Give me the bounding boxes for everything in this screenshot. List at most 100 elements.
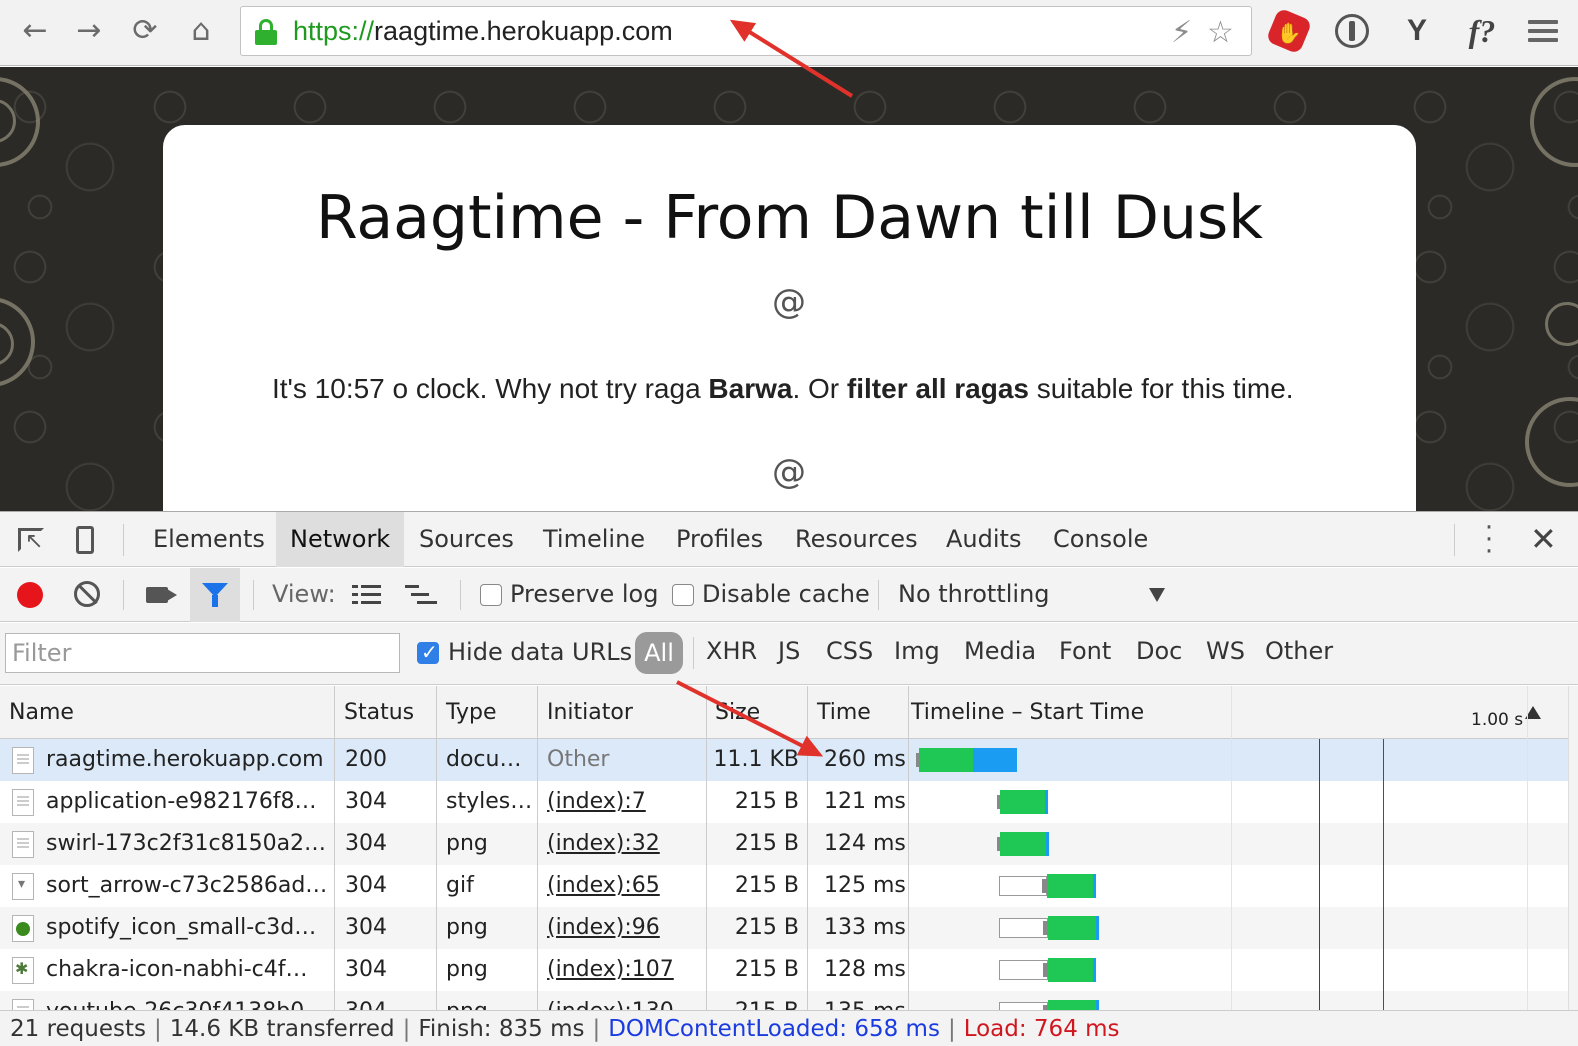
table-row[interactable]: spotify_icon_small-c3d… 304 png (index):96 2… bbox=[0, 907, 1568, 949]
cell-initiator[interactable]: (index):32 bbox=[547, 823, 702, 865]
column-header-timeline[interactable]: Timeline – Start Time bbox=[902, 686, 1144, 739]
timing-bar-download bbox=[1045, 832, 1049, 856]
fonts-extension-icon[interactable]: f? bbox=[1458, 12, 1506, 50]
tab-timeline[interactable]: Timeline bbox=[543, 512, 645, 567]
filter-toggle-button[interactable] bbox=[190, 568, 240, 622]
forward-arrow-icon[interactable]: → bbox=[72, 14, 106, 48]
table-row[interactable]: sort_arrow-c73c2586ad… 304 gif (index):65 21… bbox=[0, 865, 1568, 907]
cell-initiator[interactable]: (index):7 bbox=[547, 781, 702, 823]
column-header-type[interactable]: Type bbox=[437, 686, 497, 739]
chevron-down-icon[interactable] bbox=[1149, 588, 1165, 602]
cell-status: 304 bbox=[345, 915, 387, 940]
column-header-initiator[interactable]: Initiator bbox=[538, 686, 633, 739]
timeline-gridline bbox=[1527, 686, 1528, 1010]
record-button[interactable] bbox=[17, 582, 43, 608]
preserve-log-label: Preserve log bbox=[510, 580, 659, 608]
y-extension-icon[interactable]: Y bbox=[1398, 12, 1436, 50]
stop-hand-extension-icon[interactable]: ✋ bbox=[1265, 7, 1313, 55]
cell-initiator[interactable]: (index):107 bbox=[547, 949, 702, 991]
throttling-select[interactable]: No throttling bbox=[898, 580, 1050, 608]
bookmark-star-icon[interactable]: ☆ bbox=[1207, 15, 1234, 50]
column-header-status[interactable]: Status bbox=[335, 686, 414, 739]
tab-elements[interactable]: Elements bbox=[153, 512, 265, 567]
load-marker bbox=[1383, 739, 1385, 1010]
timing-bar-waiting bbox=[1047, 874, 1093, 898]
cell-name: raagtime.herokuapp.com bbox=[46, 747, 324, 772]
filter-type-media[interactable]: Media bbox=[964, 637, 1036, 665]
url-host: raagtime.herokuapp.com bbox=[374, 16, 673, 46]
table-row[interactable]: swirl-173c2f31c8150a2… 304 png (index):32 21… bbox=[0, 823, 1568, 865]
cell-type: styles… bbox=[446, 789, 532, 814]
filter-type-ws[interactable]: WS bbox=[1206, 637, 1245, 665]
column-header-time[interactable]: Time bbox=[808, 686, 871, 739]
network-toolbar: View: Preserve log Disable cache No thro… bbox=[0, 568, 1578, 622]
chakra-icon bbox=[12, 957, 34, 984]
cell-initiator[interactable]: (index):130 bbox=[547, 991, 702, 1010]
tab-profiles[interactable]: Profiles bbox=[676, 512, 763, 567]
cell-type: png bbox=[446, 831, 488, 856]
back-arrow-icon[interactable]: ← bbox=[18, 14, 52, 48]
hamburger-menu-icon[interactable] bbox=[1528, 20, 1558, 44]
column-divider bbox=[807, 686, 808, 1010]
filter-type-doc[interactable]: Doc bbox=[1136, 637, 1182, 665]
document-icon bbox=[12, 747, 34, 774]
tab-console[interactable]: Console bbox=[1053, 512, 1148, 567]
preserve-log-checkbox[interactable] bbox=[480, 584, 502, 606]
large-rows-icon[interactable] bbox=[352, 585, 382, 605]
timing-bar-download bbox=[1093, 958, 1097, 982]
filter-type-img[interactable]: Img bbox=[894, 637, 940, 665]
table-row[interactable]: raagtime.herokuapp.com 200 docu… Other 11.1 … bbox=[0, 739, 1568, 781]
column-header-name[interactable]: Name bbox=[0, 686, 74, 739]
disable-cache-label: Disable cache bbox=[702, 580, 870, 608]
dom-content-loaded-marker bbox=[1318, 739, 1320, 1010]
reload-icon[interactable]: ⟳ bbox=[128, 14, 162, 48]
cell-initiator[interactable]: (index):96 bbox=[547, 907, 702, 949]
image-icon bbox=[12, 999, 34, 1010]
timing-bar-download bbox=[1044, 790, 1048, 814]
document-icon bbox=[12, 789, 34, 816]
filter-ragas-link[interactable]: filter all ragas bbox=[847, 373, 1029, 404]
disable-cache-checkbox[interactable] bbox=[672, 584, 694, 606]
scrollbar[interactable] bbox=[1568, 686, 1578, 1010]
content-card: Raagtime - From Dawn till Dusk @ It's 10… bbox=[163, 125, 1416, 511]
lightning-icon[interactable]: ⚡ bbox=[1171, 15, 1192, 50]
tab-audits[interactable]: Audits bbox=[946, 512, 1021, 567]
clear-icon[interactable] bbox=[74, 581, 100, 607]
url-protocol: https:// bbox=[293, 16, 375, 46]
filter-type-font[interactable]: Font bbox=[1059, 637, 1111, 665]
url-text[interactable]: https://raagtime.herokuapp.com bbox=[293, 16, 673, 47]
divider: | bbox=[592, 1016, 601, 1042]
filter-type-css[interactable]: CSS bbox=[826, 637, 873, 665]
hide-data-urls-checkbox[interactable] bbox=[417, 640, 439, 664]
filter-input[interactable] bbox=[5, 633, 400, 673]
cell-size: 215 B bbox=[706, 991, 799, 1010]
divider bbox=[123, 580, 124, 610]
device-mode-icon[interactable] bbox=[76, 526, 94, 554]
tab-network[interactable]: Network bbox=[276, 512, 405, 567]
table-row[interactable]: application-e982176f8… 304 styles… (index):… bbox=[0, 781, 1568, 823]
ornament-swirl bbox=[1545, 302, 1578, 346]
filter-type-other[interactable]: Other bbox=[1265, 637, 1333, 665]
inspect-element-icon[interactable] bbox=[18, 528, 44, 554]
filter-type-all[interactable]: All bbox=[635, 632, 683, 674]
filter-type-xhr[interactable]: XHR bbox=[706, 637, 757, 665]
tab-resources[interactable]: Resources bbox=[795, 512, 918, 567]
ornament-swirl bbox=[1530, 77, 1578, 167]
screenshot-camera-icon[interactable] bbox=[146, 587, 168, 603]
close-icon[interactable]: ✕ bbox=[1530, 520, 1557, 558]
more-options-icon[interactable]: · · · bbox=[1480, 515, 1498, 565]
raga-link[interactable]: Barwa bbox=[708, 373, 792, 404]
password-manager-extension-icon[interactable] bbox=[1333, 12, 1371, 50]
overview-waterfall-icon[interactable] bbox=[405, 585, 437, 605]
timing-bar-download bbox=[1095, 1000, 1099, 1010]
intro-prefix: It's 10:57 o clock. Why not try raga bbox=[272, 373, 709, 404]
home-icon[interactable]: ⌂ bbox=[184, 14, 218, 48]
filter-type-js[interactable]: JS bbox=[778, 637, 800, 665]
table-row[interactable]: youtube-26c30f4138b0… 304 png (index):13021… bbox=[0, 991, 1568, 1010]
filter-bar: Hide data URLs All XHR JS CSS Img Media … bbox=[0, 623, 1578, 685]
table-row[interactable]: chakra-icon-nabhi-c4f… 304 png (index):107 2… bbox=[0, 949, 1568, 991]
cell-name: sort_arrow-c73c2586ad… bbox=[46, 873, 328, 898]
page-title: Raagtime - From Dawn till Dusk bbox=[315, 183, 1264, 253]
tab-sources[interactable]: Sources bbox=[419, 512, 514, 567]
cell-initiator[interactable]: (index):65 bbox=[547, 865, 702, 907]
